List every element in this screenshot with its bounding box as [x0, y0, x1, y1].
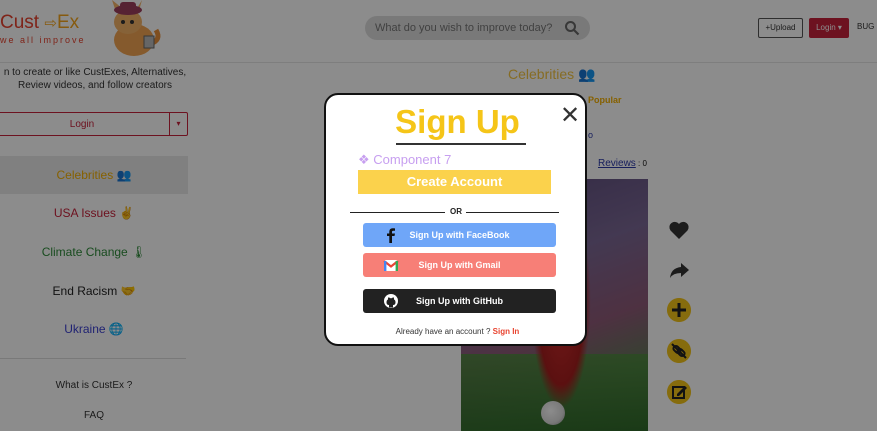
gmail-signup-button[interactable]: Sign Up with Gmail	[363, 253, 556, 277]
or-divider-right	[466, 212, 559, 213]
or-label: OR	[450, 207, 462, 216]
facebook-icon	[387, 228, 395, 243]
component-label: ❖ Component 7	[358, 152, 452, 167]
github-signup-button[interactable]: Sign Up with GitHub	[363, 289, 556, 313]
facebook-signup-label[interactable]: Sign Up with FaceBook	[409, 230, 509, 240]
sign-in-link[interactable]: Sign In	[493, 327, 520, 336]
create-account-button[interactable]: Create Account	[358, 170, 551, 194]
github-icon	[384, 294, 398, 308]
modal-title: Sign Up	[395, 103, 520, 140]
gmail-signup-label[interactable]: Sign Up with Gmail	[418, 260, 500, 270]
have-account-text: Already have an account ? Sign In	[326, 327, 589, 336]
or-divider-left	[350, 212, 445, 213]
gmail-icon	[383, 260, 399, 271]
facebook-signup-button[interactable]: Sign Up with FaceBook	[363, 223, 556, 247]
signup-modal: ✕ Sign Up ❖ Component 7 Create Account O…	[324, 93, 587, 346]
github-signup-label[interactable]: Sign Up with GitHub	[416, 296, 503, 306]
modal-title-underline	[396, 143, 526, 145]
have-account-label: Already have an account ?	[395, 327, 491, 336]
